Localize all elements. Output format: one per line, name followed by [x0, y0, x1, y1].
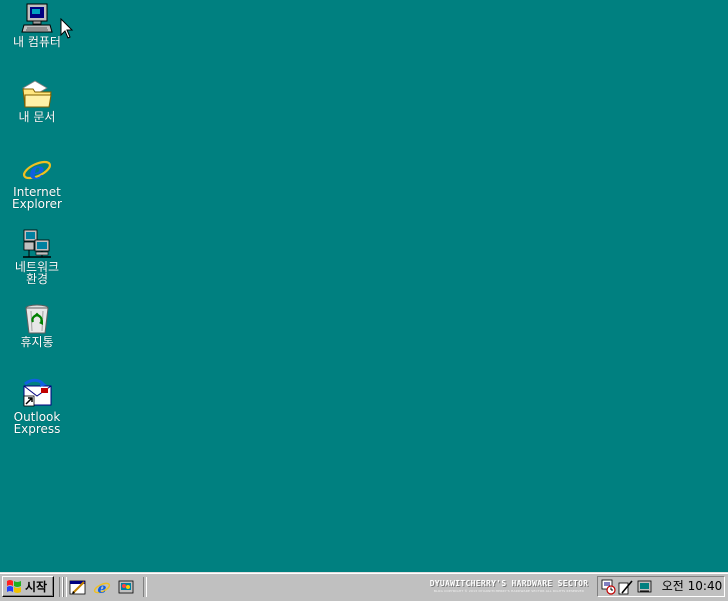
desktop-icon-my-documents[interactable]: 내 문서 — [0, 77, 74, 123]
taskbar-separator — [63, 577, 67, 597]
svg-text:e: e — [98, 581, 107, 596]
show-desktop-icon[interactable] — [69, 578, 87, 596]
watermark-copyright: BLOG COPYRIGHT © 2013 DYUAWITCHERRY'S HA… — [433, 589, 585, 593]
desktop-icon-label: 내 문서 — [18, 110, 56, 124]
start-button[interactable]: 시작 — [2, 576, 54, 597]
desktop-icon-label: 휴지통 — [20, 335, 54, 349]
my-documents-folder-icon — [20, 77, 54, 111]
network-neighborhood-icon — [20, 227, 54, 261]
desktop[interactable]: 내 컴퓨터 내 문서 e Internet Explorer 네트워크 환경 휴… — [0, 0, 728, 572]
desktop-icon-label: Internet Explorer — [12, 185, 62, 211]
internet-explorer-icon[interactable]: e — [93, 578, 111, 596]
clock[interactable]: 오전 10:40 — [660, 577, 724, 596]
desktop-icon-outlook-express[interactable]: Outlook Express — [0, 377, 74, 435]
pen-icon[interactable] — [618, 579, 634, 595]
start-label: 시작 — [25, 580, 48, 594]
channels-icon[interactable] — [117, 578, 135, 596]
mouse-cursor-icon — [60, 18, 74, 39]
desktop-icon-recycle-bin[interactable]: 휴지통 — [0, 302, 74, 348]
recycle-bin-icon — [20, 302, 54, 336]
taskbar-separator — [143, 577, 147, 597]
desktop-icon-network[interactable]: 네트워크 환경 — [0, 227, 74, 285]
outlook-express-icon — [20, 377, 54, 411]
desktop-icon-label: 내 컴퓨터 — [13, 35, 61, 49]
watermark-banner: DYUAWITCHERRY'S HARDWARE SECTOR BLOG COP… — [428, 578, 590, 598]
scheduler-icon[interactable] — [601, 579, 617, 595]
windows-logo-icon — [7, 580, 21, 593]
system-tray: 오전 10:40 — [597, 576, 725, 597]
desktop-icon-label: Outlook Express — [13, 410, 61, 436]
svg-text:e: e — [29, 156, 44, 185]
taskbar: 시작 e DYUAWITCHERRY'S HARDWARE SECTOR BLO… — [0, 572, 728, 601]
network-tray-icon[interactable] — [637, 579, 653, 595]
desktop-icon-label: 네트워크 환경 — [14, 260, 60, 286]
watermark-title: DYUAWITCHERRY'S HARDWARE SECTOR — [429, 579, 589, 588]
internet-explorer-icon: e — [20, 152, 54, 186]
my-computer-icon — [20, 2, 54, 36]
desktop-icon-internet-explorer[interactable]: e Internet Explorer — [0, 152, 74, 210]
